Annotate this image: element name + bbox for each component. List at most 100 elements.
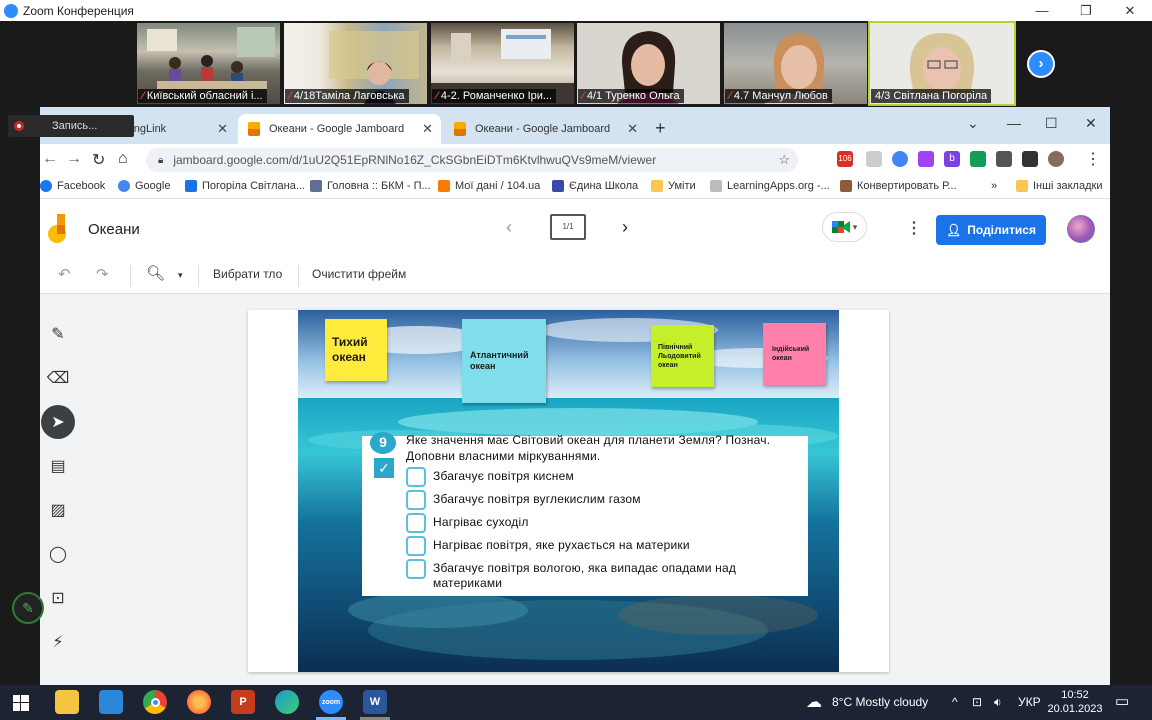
bookmark-learningapps[interactable]: LearningApps.org -... [710,180,830,192]
powerpoint-icon[interactable]: P [231,690,255,714]
set-background-button[interactable]: Вибрати тло [213,267,282,281]
extension-icon[interactable] [892,151,908,167]
weather-cloud-icon[interactable]: ☁︎ [806,692,822,712]
weather-text[interactable]: 8°C Mostly cloudy [832,695,928,709]
bookmark-star-icon[interactable]: ☆ [778,152,790,168]
answer-checkbox[interactable] [406,536,426,556]
zoom-icon[interactable]: 🔍︎ [146,264,165,282]
sticky-note-arctic[interactable]: Північний Льодовитий океан [651,325,714,387]
browser-maximize-button[interactable]: ☐ [1045,115,1058,132]
chrome-icon[interactable] [143,690,167,714]
sticky-note-indian[interactable]: Індійський океан [763,323,826,385]
bookmark-bkm[interactable]: Головна :: БКМ - П... [310,180,431,192]
previous-frame-button[interactable]: ‹ [506,217,512,238]
notifications-icon[interactable]: ▭ [1115,692,1129,710]
participant-tile[interactable]: ⁄ 4/1 Туренко Ольга [577,23,720,104]
bookmark-facebook[interactable]: Facebook [40,180,105,192]
browser-minimize-button[interactable]: — [1007,115,1021,131]
frame-bar-toggle[interactable]: 1/1 [550,214,586,240]
participant-tile[interactable]: ⁄ 4/18Таміла Лаговська [284,23,427,104]
bookmarks-more-button[interactable]: » [991,180,997,192]
minimize-button[interactable]: — [1020,0,1064,21]
bookmark-google[interactable]: Google [118,180,170,192]
answer-checkbox[interactable] [406,559,426,579]
store-icon[interactable] [99,690,123,714]
bookmark-umity[interactable]: Уміти [651,180,696,192]
file-explorer-icon[interactable] [55,690,79,714]
participant-tile-active[interactable]: 4/3 Світлана Погоріла [868,21,1016,106]
redo-icon[interactable]: ↷ [96,265,109,283]
system-clock[interactable]: 10:52 20.01.2023 [1046,688,1104,716]
profile-icon[interactable] [1048,151,1064,167]
folder-icon [1016,180,1028,192]
answer-checkbox[interactable] [406,490,426,510]
close-tab-icon[interactable]: ✕ [217,121,228,137]
share-button[interactable]: 👤︎ Поділитися [936,215,1046,245]
recording-indicator[interactable]: Запись... [8,115,134,137]
sticky-note-tool-icon[interactable]: ▤ [41,449,75,483]
sticky-note-pacific[interactable]: Тихий океан [325,319,387,381]
tab-search-icon[interactable]: ⌄ [967,115,979,132]
word-icon[interactable]: W [363,690,387,714]
jamboard-logo-icon[interactable] [48,214,68,244]
edge-icon[interactable] [275,690,299,714]
answer-checkbox[interactable] [406,513,426,533]
keyboard-language[interactable]: УКР [1018,695,1041,709]
extension-icon[interactable]: b [944,151,960,167]
circle-tool-icon[interactable]: ◯ [41,537,75,571]
browser-menu-icon[interactable]: ⋮ [1085,149,1101,169]
extension-icon[interactable] [866,151,882,167]
bookmark-pohorila[interactable]: Погоріла Світлана... [185,180,305,192]
participant-tile[interactable]: ⁄ 4-2. Романченко Іри... [431,23,574,104]
eraser-tool-icon[interactable]: ⌫ [41,361,75,395]
extension-icon[interactable] [970,151,986,167]
participant-tile[interactable]: ⁄ 4.7 Манчул Любов [724,23,867,104]
reload-icon[interactable]: ↻ [92,150,105,170]
bookmark-convert[interactable]: Конвертировать Р... [840,180,957,192]
participant-tile[interactable]: ⁄ Київський обласний і... [137,23,280,104]
annotate-pen-icon[interactable]: ✎ [12,592,44,624]
zoom-icon[interactable]: zoom [319,690,343,714]
jam-frame[interactable]: Тихий океан Атлантичний океан Північний … [248,310,889,672]
puzzle-extensions-icon[interactable] [996,151,1012,167]
new-tab-button[interactable]: + [655,118,666,139]
show-hidden-icons[interactable]: ^ [952,695,958,709]
next-participants-button[interactable]: › [1027,50,1055,78]
more-options-icon[interactable]: ⋮ [906,218,922,238]
image-tool-icon[interactable]: ▨ [41,493,75,527]
tab-jamboard[interactable]: Океани - Google Jamboard ✕ [444,114,646,144]
tab-jamboard-active[interactable]: Океани - Google Jamboard ✕ [238,114,441,144]
account-avatar[interactable] [1067,215,1095,243]
clear-frame-button[interactable]: Очистити фрейм [312,267,406,281]
close-tab-icon[interactable]: ✕ [627,121,638,137]
sticky-note-atlantic[interactable]: Атлантичний океан [462,319,546,403]
forward-icon[interactable]: → [66,150,82,168]
other-bookmarks-folder[interactable]: Інші закладки [1016,180,1102,192]
zoom-dropdown-icon[interactable]: ▾ [178,270,183,281]
network-icon[interactable]: ⊡ [972,695,982,709]
browser-close-button[interactable]: ✕ [1085,115,1097,132]
home-icon[interactable]: ⌂ [118,150,128,168]
pen-tool-icon[interactable]: ✎ [41,317,75,351]
bookmark-104[interactable]: Мої дані / 104.ua [438,180,540,192]
close-window-button[interactable]: ✕ [1108,0,1152,21]
side-panel-icon[interactable] [1022,151,1038,167]
firefox-icon[interactable] [187,690,211,714]
text-box-tool-icon[interactable]: ⊡ [41,581,75,615]
undo-icon[interactable]: ↶ [58,265,71,283]
jam-title[interactable]: Океани [88,221,140,238]
url-field[interactable]: 🔒︎ jamboard.google.com/d/1uU2Q51EpRNlNo1… [146,148,798,172]
next-frame-button[interactable]: › [622,217,628,238]
laser-tool-icon[interactable]: ⚡︎ [41,625,75,659]
close-tab-icon[interactable]: ✕ [422,121,433,137]
select-tool-icon[interactable]: ➤ [41,405,75,439]
bookmark-school[interactable]: Єдина Школа [552,180,638,192]
meet-button[interactable]: ▾ [822,212,867,242]
volume-icon[interactable]: 🔉︎ [994,695,1002,710]
pen-extension-icon[interactable] [918,151,934,167]
answer-checkbox[interactable] [406,467,426,487]
back-icon[interactable]: ← [42,150,58,168]
windows-start-icon[interactable] [13,695,29,711]
maximize-button[interactable]: ❐ [1064,0,1108,21]
gmail-extension-icon[interactable]: 106 [837,151,853,167]
